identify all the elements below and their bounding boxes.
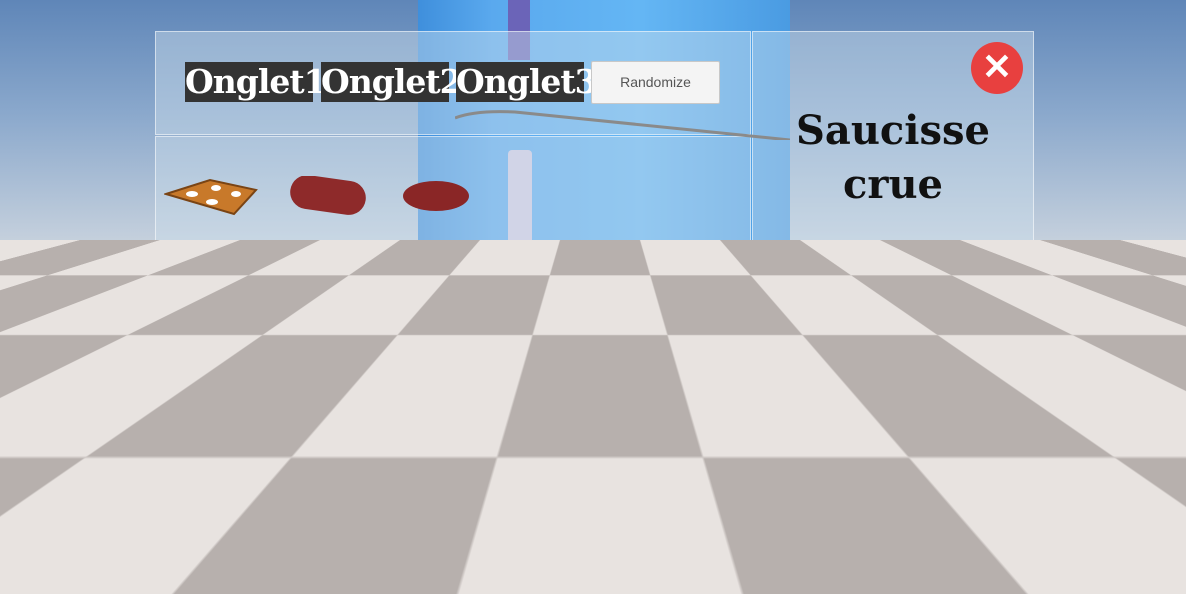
tab-onglet2[interactable]: Onglet2	[321, 62, 463, 102]
raw-sausage-icon[interactable]	[288, 176, 368, 216]
crosshair-icon: +	[589, 288, 599, 304]
tab-onglet1[interactable]: Onglet1	[185, 62, 327, 102]
tab-onglet3[interactable]: Onglet3	[456, 62, 598, 102]
ingredient-title: Saucisse crue	[796, 107, 990, 208]
cheese-slice-icon[interactable]	[164, 172, 258, 218]
hand-cursor-icon	[47, 457, 135, 534]
left-hand-button[interactable]: Main Gauche	[185, 505, 367, 584]
right-hand-button[interactable]: Main Droite	[383, 505, 565, 584]
meat-slice-icon[interactable]	[401, 180, 471, 214]
put-ingredients-button[interactable]: Put Ingredients	[627, 504, 718, 546]
pointer-ray	[455, 110, 790, 140]
close-icon[interactable]: ✕	[971, 42, 1023, 94]
ingredient-description: C'est une saucisse !	[783, 337, 1003, 438]
randomize-button[interactable]: Randomize	[591, 61, 720, 104]
